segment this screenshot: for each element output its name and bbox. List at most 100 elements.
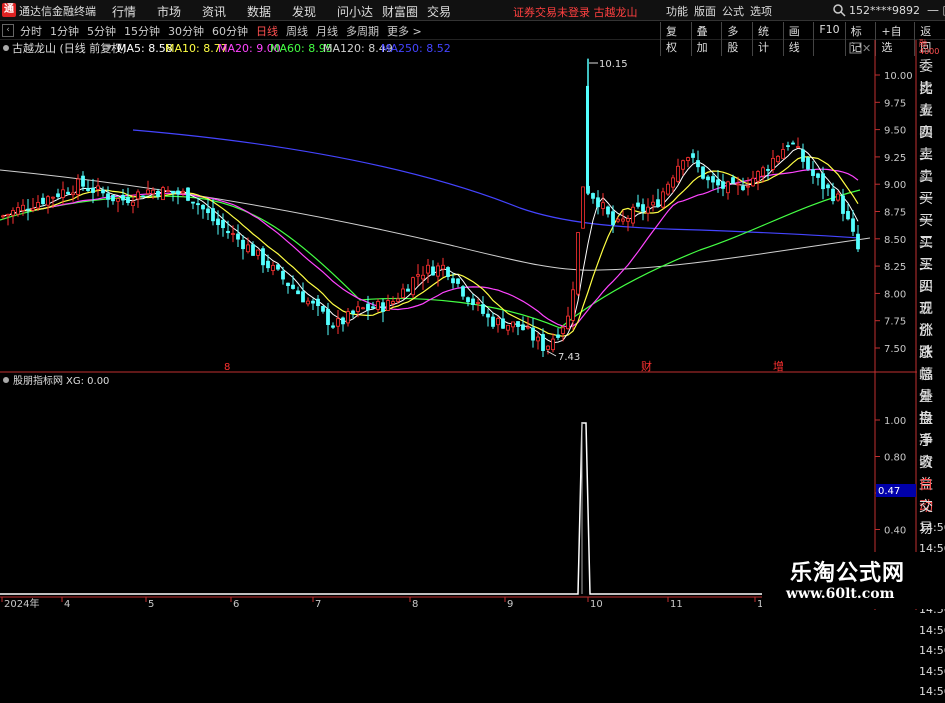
quote-field-3[interactable]: 卖三 xyxy=(917,122,945,163)
legend-controls[interactable]: ✕ xyxy=(849,42,871,55)
menu-item-news[interactable]: 资讯 xyxy=(202,3,247,20)
candle-body-30 xyxy=(151,189,155,195)
period-tab-9[interactable]: 多周期 xyxy=(346,23,379,39)
candle-body-15 xyxy=(76,178,80,195)
quote-field-1[interactable]: 卖五 xyxy=(917,78,945,119)
candle-body-26 xyxy=(131,201,135,206)
menu-item-discover[interactable]: 发现 xyxy=(292,3,337,20)
candle-body-87 xyxy=(436,265,440,277)
chart-area[interactable]: 古越龙山 (日线 前复权) MA5: 8.58 MA10: 8.77 MA20:… xyxy=(0,40,917,610)
quote-field-8[interactable]: 买三 xyxy=(917,232,945,273)
menu-item-wealth[interactable]: 财富圈 xyxy=(382,3,427,20)
ma60-line xyxy=(0,189,861,329)
candle-body-103 xyxy=(516,321,520,327)
candle-body-76 xyxy=(381,302,385,312)
menu-item-layout[interactable]: 版面 xyxy=(694,3,722,19)
close-legend-icon[interactable]: ✕ xyxy=(862,42,871,55)
minimize-button[interactable]: — xyxy=(927,4,939,16)
event-marker-8[interactable]: 8 xyxy=(224,362,230,373)
candle-body-92 xyxy=(461,286,465,297)
candle-body-1 xyxy=(6,214,10,217)
candle-body-12 xyxy=(61,189,65,198)
candle-body-14 xyxy=(71,192,75,196)
period-tab-4[interactable]: 30分钟 xyxy=(168,23,204,39)
period-tab-2[interactable]: 5分钟 xyxy=(87,23,116,39)
menu-item-formula[interactable]: 公式 xyxy=(722,3,750,19)
candle-body-4 xyxy=(21,204,25,211)
candle-body-39 xyxy=(196,203,200,206)
quote-field-4[interactable]: 卖二 xyxy=(917,144,945,185)
period-tab-0[interactable]: 分时 xyxy=(20,23,42,39)
period-tab-8[interactable]: 月线 xyxy=(316,23,338,39)
panel-tab-1[interactable]: 交易 xyxy=(917,496,945,537)
candle-body-34 xyxy=(171,190,175,194)
candle-body-13 xyxy=(66,191,70,195)
candle-body-49 xyxy=(246,244,250,253)
quote-field-14[interactable]: 总量 xyxy=(917,364,945,405)
candle-body-35 xyxy=(176,190,180,195)
quote-field-12[interactable]: 涨跌 xyxy=(917,320,945,361)
candle-body-46 xyxy=(231,233,235,235)
settings-icon[interactable] xyxy=(849,42,862,54)
quote-field-2[interactable]: 卖四 xyxy=(917,100,945,141)
quote-field-15[interactable]: 外盘 xyxy=(917,386,945,427)
login-warning[interactable]: 证券交易未登录 古越龙山 xyxy=(513,4,638,20)
period-tab-6[interactable]: 日线 xyxy=(256,23,278,39)
search-icon[interactable] xyxy=(832,3,846,17)
period-tab-3[interactable]: 15分钟 xyxy=(124,23,160,39)
candle-body-170 xyxy=(851,218,855,232)
quote-field-6[interactable]: 买一 xyxy=(917,188,945,229)
menu-item-data[interactable]: 数据 xyxy=(247,3,292,20)
panel-tab-0[interactable]: 自动 xyxy=(917,474,945,515)
candle-body-106 xyxy=(531,327,535,341)
candle-body-73 xyxy=(366,303,370,311)
candle-body-31 xyxy=(156,191,160,197)
period-tab-10[interactable]: 更多 > xyxy=(387,23,422,39)
candle-body-69 xyxy=(346,311,350,324)
candle-body-5 xyxy=(26,208,30,211)
period-tab-5[interactable]: 60分钟 xyxy=(212,23,248,39)
candle-body-28 xyxy=(141,195,145,198)
event-marker-increase[interactable]: 增 xyxy=(773,359,784,373)
quote-field-5[interactable]: 卖一 xyxy=(917,166,945,207)
menu-item-ask[interactable]: 问小达 xyxy=(337,3,382,20)
menu-item-options[interactable]: 选项 xyxy=(750,3,778,19)
event-markers: 8 财 增 xyxy=(224,359,784,373)
candle-body-0 xyxy=(1,215,5,218)
quote-field-16[interactable]: 换手 xyxy=(917,408,945,449)
candle-body-168 xyxy=(841,195,845,214)
candle-body-162 xyxy=(811,169,815,176)
candle-body-11 xyxy=(56,193,60,198)
quote-field-9[interactable]: 买四 xyxy=(917,254,945,295)
price-tick-6: 8.50 xyxy=(884,235,906,246)
quote-field-7[interactable]: 买二 xyxy=(917,210,945,251)
quote-field-0[interactable]: 委比 xyxy=(917,56,945,97)
candle-body-58 xyxy=(291,284,295,289)
candle-body-61 xyxy=(306,300,310,305)
legend-dot-icon xyxy=(3,45,9,51)
menu-item-trade[interactable]: 交易 xyxy=(427,3,472,20)
menu-item-quotes[interactable]: 行情 xyxy=(112,3,157,20)
menu-item-function[interactable]: 功能 xyxy=(666,3,694,19)
candle-body-154 xyxy=(771,157,775,170)
candle-body-112 xyxy=(561,327,565,334)
period-tab-7[interactable]: 周线 xyxy=(286,23,308,39)
period-tab-1[interactable]: 1分钟 xyxy=(50,23,79,39)
candle-body-165 xyxy=(826,184,830,189)
quote-field-17[interactable]: 净资 xyxy=(917,430,945,471)
event-marker-finance[interactable]: 财 xyxy=(641,359,652,373)
candle-body-9 xyxy=(46,196,50,206)
quote-field-10[interactable]: 买五 xyxy=(917,276,945,317)
quote-field-13[interactable]: 涨幅 xyxy=(917,342,945,383)
chevron-left-icon[interactable]: ‹ xyxy=(2,24,14,37)
quote-field-11[interactable]: 现价 xyxy=(917,298,945,339)
quote-field-18[interactable]: 收益 xyxy=(917,452,945,493)
period-toolbar: ‹ 分时 1分钟 5分钟 15分钟 30分钟 60分钟 日线 周线 月线 多周期 更多 > 复权 叠… xyxy=(0,21,945,56)
candle-body-72 xyxy=(361,307,365,310)
user-id[interactable]: 152****9892 xyxy=(849,4,920,17)
candle-body-130 xyxy=(651,201,655,206)
candle-body-115 xyxy=(576,232,580,295)
candle-body-152 xyxy=(761,167,765,177)
candle-body-48 xyxy=(241,239,245,250)
menu-item-market[interactable]: 市场 xyxy=(157,3,202,20)
